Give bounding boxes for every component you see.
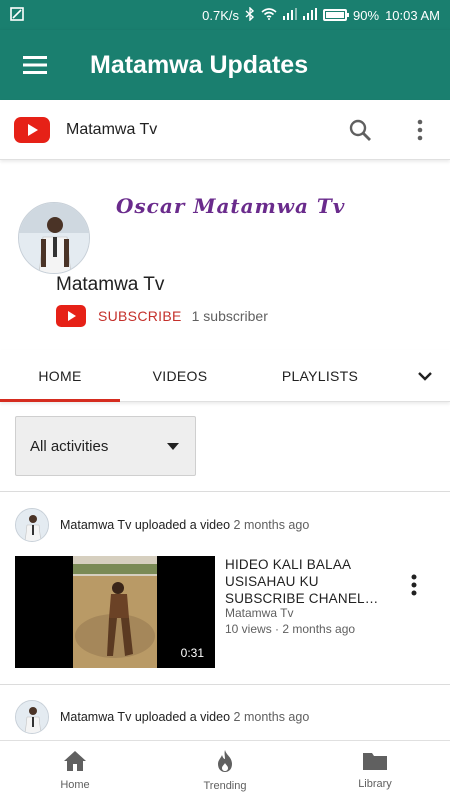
avatar[interactable] xyxy=(15,508,49,542)
nav-library-label: Library xyxy=(358,778,392,790)
tab-playlists[interactable]: PLAYLISTS xyxy=(240,350,400,402)
video-item[interactable]: 0:31 HIDEO KALI BALAA USISAHAU KU SUBSCR… xyxy=(15,556,450,668)
channel-name: Matamwa Tv xyxy=(56,274,165,295)
activity-action: uploaded a video xyxy=(134,710,231,724)
youtube-logo-icon xyxy=(14,116,50,143)
activity-author[interactable]: Matamwa Tv xyxy=(60,518,131,532)
bottom-navigation: Home Trending Library xyxy=(0,740,450,800)
channel-header: Oscar Matamwa Tv Matamwa Tv SUBSCRIBE 1 … xyxy=(0,160,450,350)
video-thumbnail[interactable]: 0:31 xyxy=(15,556,215,668)
activity-text: Matamwa Tv uploaded a video 2 months ago xyxy=(60,710,309,724)
activity-author[interactable]: Matamwa Tv xyxy=(60,710,131,724)
app-bar: Matamwa Updates xyxy=(0,30,450,100)
channel-avatar[interactable] xyxy=(18,202,90,274)
nav-trending-label: Trending xyxy=(203,780,247,792)
subscriber-count: 1 subscriber xyxy=(191,308,268,324)
status-bar: 0.7K/s 90% 10:03 AM xyxy=(0,0,450,30)
channel-banner-text: Oscar Matamwa Tv xyxy=(116,194,346,218)
divider xyxy=(0,684,450,685)
hamburger-menu-icon[interactable] xyxy=(0,30,70,100)
youtube-channel-bar: Matamwa Tv xyxy=(0,100,450,160)
network-speed: 0.7K/s xyxy=(202,7,240,23)
activity-time: 2 months ago xyxy=(233,710,310,724)
battery-percent: 90% xyxy=(353,7,380,23)
video-meta: 10 views · 2 months ago xyxy=(225,622,356,636)
search-icon[interactable] xyxy=(330,100,390,160)
youtube-subscribe-icon[interactable] xyxy=(56,305,86,327)
activity-text: Matamwa Tv uploaded a video 2 months ago xyxy=(60,518,309,532)
youtube-channel-name: Matamwa Tv xyxy=(66,120,158,138)
nav-home-label: Home xyxy=(60,779,90,791)
subscribe-button[interactable]: SUBSCRIBE xyxy=(98,308,182,324)
tab-home[interactable]: HOME xyxy=(0,350,120,402)
nav-home[interactable]: Home xyxy=(0,741,150,800)
tab-videos[interactable]: VIDEOS xyxy=(120,350,240,402)
activity-action: uploaded a video xyxy=(134,518,231,532)
home-icon xyxy=(63,750,87,777)
divider xyxy=(0,491,450,492)
screenshot-icon xyxy=(10,6,24,24)
clock: 10:03 AM xyxy=(385,7,440,23)
signal-icon-2 xyxy=(303,7,318,23)
more-vert-icon[interactable] xyxy=(404,570,424,600)
video-channel: Matamwa Tv xyxy=(225,606,294,620)
activity-time: 2 months ago xyxy=(233,518,310,532)
subscribe-row: SUBSCRIBE 1 subscriber xyxy=(56,305,268,327)
folder-icon xyxy=(362,751,388,776)
activity-header: Matamwa Tv uploaded a video 2 months ago xyxy=(15,700,309,734)
nav-library[interactable]: Library xyxy=(300,741,450,800)
video-title[interactable]: HIDEO KALI BALAA USISAHAU KU SUBSCRIBE C… xyxy=(225,556,380,607)
more-vert-icon[interactable] xyxy=(390,100,450,160)
bluetooth-icon xyxy=(245,5,255,24)
caret-down-icon xyxy=(167,437,179,455)
nav-trending[interactable]: Trending xyxy=(150,741,300,800)
battery-icon xyxy=(323,9,350,21)
signal-icon xyxy=(283,7,298,23)
wifi-icon xyxy=(261,7,277,23)
app-title: Matamwa Updates xyxy=(90,50,309,79)
filter-selected-value: All activities xyxy=(30,437,109,455)
avatar[interactable] xyxy=(15,700,49,734)
video-duration: 0:31 xyxy=(175,644,209,662)
flame-icon xyxy=(215,749,235,778)
channel-tabs: HOME VIDEOS PLAYLISTS xyxy=(0,350,450,402)
activity-header: Matamwa Tv uploaded a video 2 months ago xyxy=(15,508,309,542)
activity-filter-dropdown[interactable]: All activities xyxy=(15,416,196,476)
chevron-down-icon[interactable] xyxy=(400,350,450,401)
